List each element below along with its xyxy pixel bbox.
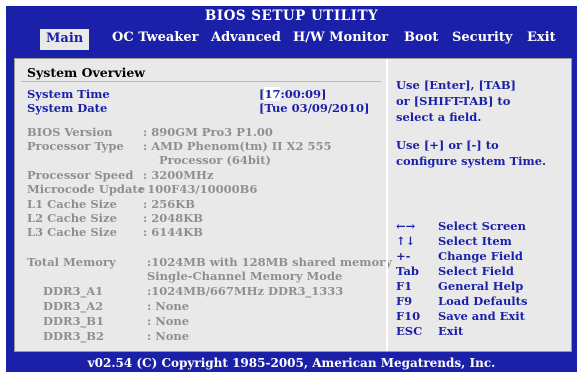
- tab-boot[interactable]: Boot: [404, 28, 438, 48]
- processor-type-detail: Processor (64bit): [159, 153, 271, 167]
- copyright-footer: v02.54 (C) Copyright 1985-2005, American…: [87, 356, 496, 370]
- total-memory-value: :1024MB with 128MB shared memory: [147, 255, 392, 269]
- key-label: +-: [396, 249, 411, 263]
- tab-advanced[interactable]: Advanced: [211, 28, 281, 48]
- key-label: Tab: [396, 264, 419, 278]
- key-label: F1: [396, 279, 413, 293]
- processor-speed-value: : 3200MHz: [143, 168, 214, 182]
- system-overview-section: System Overview System Time [17:00:09] S…: [15, 59, 392, 351]
- total-memory-label: Total Memory: [27, 255, 116, 269]
- bios-title: BIOS SETUP UTILITY: [204, 8, 379, 24]
- time-hour-cursor[interactable]: 17: [264, 87, 281, 101]
- key-desc: Change Field: [438, 249, 523, 263]
- l3-cache-label: L3 Cache Size: [27, 225, 117, 239]
- ddr3-a1-value: :1024MB/667MHz DDR3_1333: [147, 284, 344, 298]
- ddr3-b2-value: : None: [147, 329, 190, 343]
- ddr3-a1-label: DDR3_A1: [43, 284, 104, 298]
- menu-bar: Main OC Tweaker Advanced H/W Monitor Boo…: [6, 27, 577, 50]
- help-line-4: Use [+] or [-] to: [396, 138, 499, 152]
- help-line-3: select a field.: [396, 110, 482, 124]
- key-desc: Select Screen: [438, 219, 526, 233]
- key-label: F10: [396, 309, 421, 323]
- help-line-5: configure system Time.: [396, 154, 547, 168]
- tab-security[interactable]: Security: [452, 28, 512, 48]
- key-desc: Exit: [438, 324, 464, 338]
- key-desc: General Help: [438, 279, 524, 293]
- microcode-label: Microcode Update: [27, 182, 146, 196]
- system-date-label: System Date: [27, 101, 108, 115]
- key-desc: Save and Exit: [438, 309, 525, 323]
- key-desc: Select Field: [438, 264, 514, 278]
- key-desc: Select Item: [438, 234, 512, 248]
- bios-version-value: : 890GM Pro3 P1.00: [143, 125, 273, 139]
- bios-version-label: BIOS Version: [27, 125, 113, 139]
- l3-cache-value: : 6144KB: [143, 225, 203, 239]
- tab-main[interactable]: Main: [40, 29, 90, 50]
- ddr3-a2-value: : None: [147, 299, 190, 313]
- ddr3-a2-label: DDR3_A2: [43, 299, 104, 313]
- tab-oc-tweaker[interactable]: OC Tweaker: [112, 28, 198, 48]
- system-date-value[interactable]: [Tue 03/09/2010]: [259, 101, 369, 115]
- main-panel: System Overview System Time [17:00:09] S…: [14, 58, 572, 352]
- processor-type-label: Processor Type: [27, 139, 124, 153]
- up-down-arrows-icon: ↑↓: [396, 234, 416, 248]
- ddr3-b2-label: DDR3_B2: [43, 329, 104, 343]
- bios-screen: BIOS SETUP UTILITY Main OC Tweaker Advan…: [6, 6, 577, 372]
- l2-cache-label: L2 Cache Size: [27, 211, 117, 225]
- tab-hw-monitor[interactable]: H/W Monitor: [293, 28, 388, 48]
- section-title: System Overview: [27, 65, 146, 80]
- processor-speed-label: Processor Speed: [27, 168, 134, 182]
- key-desc: Load Defaults: [438, 294, 528, 308]
- section-divider: [21, 81, 381, 82]
- l2-cache-value: : 2048KB: [143, 211, 203, 225]
- system-time-label: System Time: [27, 87, 110, 101]
- help-line-1: Use [Enter], [TAB]: [396, 78, 516, 92]
- memory-mode: Single-Channel Memory Mode: [147, 269, 343, 283]
- key-label: F9: [396, 294, 413, 308]
- tab-exit[interactable]: Exit: [527, 28, 556, 48]
- help-panel: Use [Enter], [TAB] or [SHIFT-TAB] to sel…: [388, 59, 571, 351]
- microcode-value: : 100F43/10000B6: [139, 182, 258, 196]
- key-label: ESC: [396, 324, 423, 338]
- help-line-2: or [SHIFT-TAB] to: [396, 94, 511, 108]
- processor-type-value: : AMD Phenom(tm) II X2 555: [143, 139, 332, 153]
- ddr3-b1-value: : None: [147, 314, 190, 328]
- system-time-value[interactable]: [17:00:09]: [259, 87, 326, 101]
- ddr3-b1-label: DDR3_B1: [43, 314, 104, 328]
- left-right-arrows-icon: ←→: [396, 219, 416, 233]
- l1-cache-value: : 256KB: [143, 197, 195, 211]
- l1-cache-label: L1 Cache Size: [27, 197, 117, 211]
